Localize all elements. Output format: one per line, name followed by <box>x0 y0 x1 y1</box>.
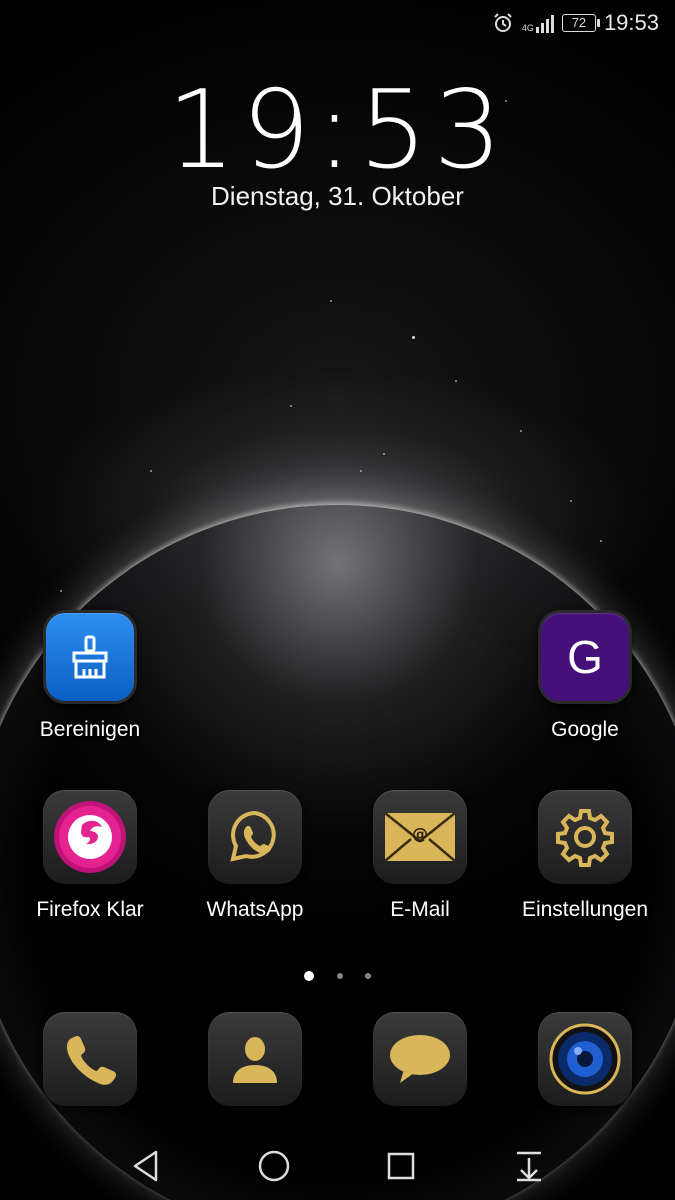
dock-contacts[interactable] <box>180 1012 330 1106</box>
app-label: Bereinigen <box>39 718 141 741</box>
page-dot[interactable] <box>336 972 343 979</box>
status-time: 19:53 <box>603 10 659 35</box>
battery-level: 72 <box>571 15 587 30</box>
app-bereinigen[interactable]: Bereinigen <box>15 610 165 742</box>
camera-icon <box>538 1012 632 1106</box>
app-label: Firefox Klar <box>36 898 144 921</box>
app-label: Einstellungen <box>521 898 649 921</box>
network-type: 4G <box>521 23 534 33</box>
app-label: Google <box>551 718 619 741</box>
envelope-icon: @ <box>373 790 467 884</box>
alarm-icon <box>494 13 512 32</box>
contacts-icon <box>208 1012 302 1106</box>
dock-messages[interactable] <box>345 1012 495 1106</box>
clock-widget[interactable]: 19:53 <box>0 68 675 193</box>
app-einstellungen[interactable]: Einstellungen <box>510 790 660 922</box>
notification-pull-button[interactable] <box>505 1146 553 1186</box>
battery-icon: 72 <box>561 14 600 32</box>
firefox-klar-icon <box>43 790 137 884</box>
navigation-bar <box>0 1138 675 1194</box>
notification-pull-icon <box>517 1151 541 1182</box>
app-label: WhatsApp <box>206 898 304 921</box>
broom-icon <box>43 610 137 704</box>
app-firefox-klar[interactable]: Firefox Klar <box>15 790 165 922</box>
dock-phone[interactable] <box>15 1012 165 1106</box>
whatsapp-icon <box>208 790 302 884</box>
page-dot[interactable] <box>364 972 371 979</box>
dock-camera[interactable] <box>510 1012 660 1106</box>
signal-icon: 4G <box>522 13 554 33</box>
home-button[interactable] <box>250 1146 298 1186</box>
phone-icon <box>43 1012 137 1106</box>
gear-icon <box>538 790 632 884</box>
home-icon <box>258 1150 290 1182</box>
clock-time: 19:53 <box>166 68 509 193</box>
app-label: E-Mail <box>390 898 450 921</box>
app-email[interactable]: @ E-Mail <box>345 790 495 922</box>
app-google[interactable]: G Google <box>510 610 660 742</box>
recents-icon <box>387 1152 415 1180</box>
google-glyph: G <box>567 631 603 683</box>
back-icon <box>133 1150 158 1182</box>
back-button[interactable] <box>122 1146 170 1186</box>
messages-icon <box>373 1012 467 1106</box>
page-dot-active[interactable] <box>304 970 315 981</box>
svg-text:@: @ <box>412 824 428 843</box>
clock-date: Dienstag, 31. Oktober <box>211 181 464 211</box>
google-icon: G <box>538 610 632 704</box>
page-indicator[interactable] <box>0 967 675 985</box>
app-whatsapp[interactable]: WhatsApp <box>180 790 330 922</box>
status-bar: 4G 72 19:53 <box>492 8 659 38</box>
recents-button[interactable] <box>377 1146 425 1186</box>
